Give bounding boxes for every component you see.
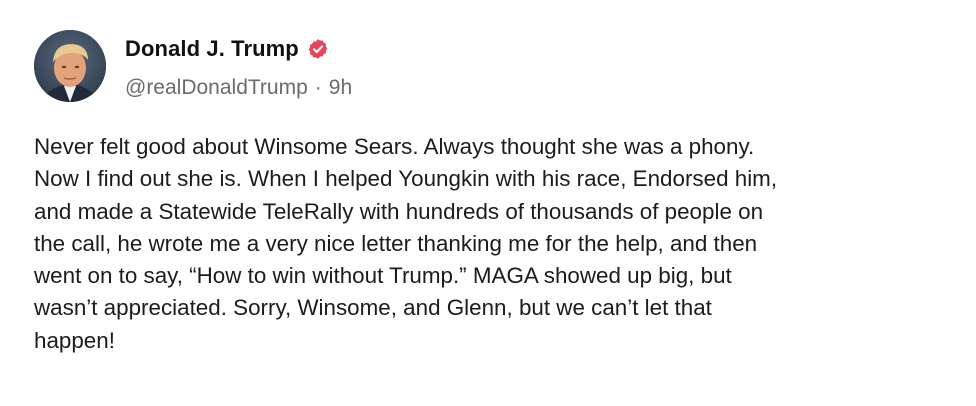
avatar[interactable]: [34, 30, 106, 102]
author-row: Donald J. Trump: [125, 34, 329, 64]
post-meta: @realDonaldTrump · 9h: [125, 74, 352, 102]
post-timestamp[interactable]: 9h: [329, 76, 352, 100]
verified-badge-icon: [307, 38, 329, 60]
author-name[interactable]: Donald J. Trump: [125, 36, 299, 62]
post-card: Donald J. Trump @realDonaldTrump · 9h Ne…: [0, 0, 976, 406]
avatar-image: [34, 30, 106, 102]
meta-separator: ·: [314, 76, 322, 99]
author-handle[interactable]: @realDonaldTrump: [125, 76, 308, 100]
post-body: Never felt good about Winsome Sears. Alw…: [34, 134, 778, 353]
